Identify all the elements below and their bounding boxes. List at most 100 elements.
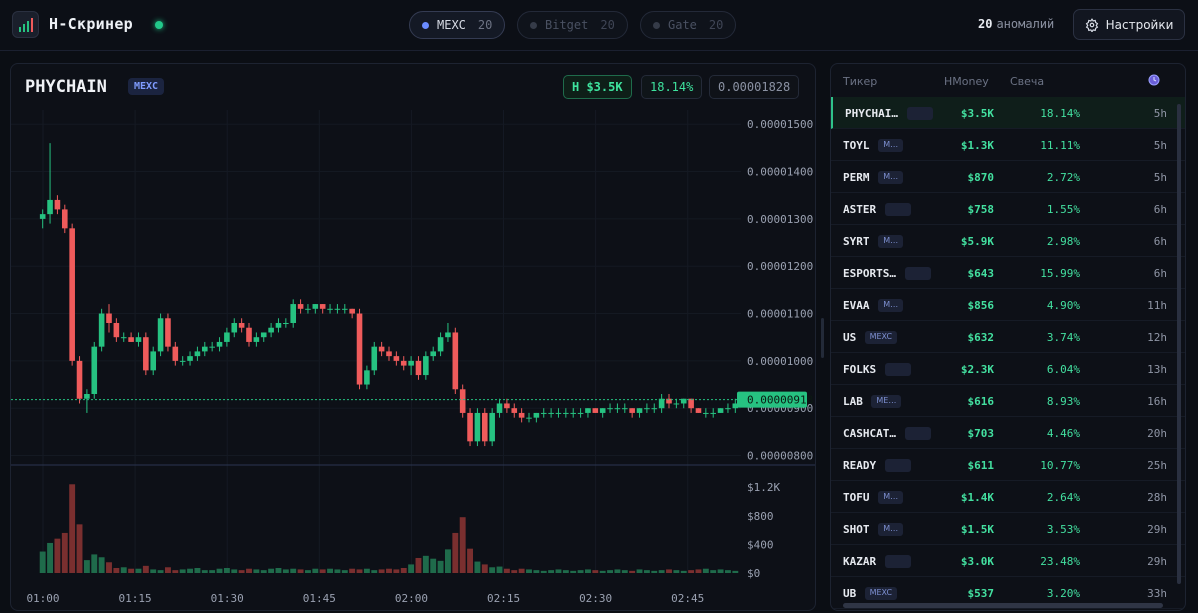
hmoney-cell: $703 — [967, 427, 995, 440]
table-row[interactable]: CASHCAT… $703 4.46% 20h — [831, 417, 1185, 449]
volume-bar — [371, 570, 378, 573]
volume-bar — [445, 549, 451, 573]
volume-bar — [179, 569, 186, 573]
ticker-cell: KAZAR — [843, 555, 877, 568]
volume-bar — [187, 568, 193, 573]
candle-body — [76, 360, 83, 399]
column-header-hmoney[interactable]: HMoney — [944, 75, 989, 88]
table-row[interactable]: ESPORTS… $643 15.99% 6h — [831, 257, 1185, 289]
chart-resize-handle[interactable] — [821, 318, 824, 358]
column-header-ticker[interactable]: Тикер — [843, 75, 877, 88]
table-row[interactable]: PHYCHAI… $3.5K 18.14% 5h — [831, 97, 1185, 129]
volume-bar — [518, 568, 525, 573]
table-row[interactable]: TOFU $1.4K 2.64% 28h M… — [831, 481, 1185, 513]
change-cell: 4.90% — [1046, 299, 1080, 312]
volume-bar — [680, 570, 687, 573]
hmoney-cell: $758 — [967, 203, 995, 216]
candle-body — [165, 318, 171, 347]
candle-body — [725, 408, 731, 410]
candle-body — [194, 351, 201, 357]
x-tick-label: 02:45 — [671, 592, 704, 605]
volume-tick-label: $800 — [747, 510, 774, 523]
candle-body — [84, 394, 90, 399]
candle-body — [585, 408, 591, 413]
candle-body — [253, 337, 260, 342]
table-row[interactable]: LAB $616 8.93% 16h ME… — [831, 385, 1185, 417]
volume-bar — [710, 570, 717, 573]
volume-bar — [702, 568, 709, 573]
candle-body — [305, 308, 311, 310]
change-cell: 3.53% — [1046, 523, 1080, 536]
volume-bar — [150, 569, 157, 573]
candle-body — [599, 408, 606, 413]
table-row[interactable]: FOLKS $2.3K 6.04% 13h — [831, 353, 1185, 385]
change-cell: 6.04% — [1046, 363, 1080, 376]
candle-body — [128, 337, 134, 342]
time-cell: 5h — [1153, 139, 1167, 152]
exchange-dot-icon — [530, 21, 537, 29]
table-row[interactable]: US $632 3.74% 12h MEXC — [831, 321, 1185, 353]
table-horizontal-scrollbar[interactable] — [843, 603, 1163, 608]
volume-bar — [386, 568, 392, 573]
candle-body — [393, 356, 400, 361]
y-tick-label: 0.00000800 — [747, 450, 813, 463]
column-header-candle[interactable]: Свеча — [1010, 75, 1044, 88]
exchange-tab-gate[interactable]: Gate 20 — [640, 11, 737, 39]
volume-bar — [533, 570, 540, 573]
x-tick-label: 02:00 — [395, 592, 428, 605]
candle-body — [312, 304, 319, 309]
hmoney-cell: $537 — [967, 587, 995, 600]
exchange-dot-icon — [422, 21, 429, 29]
table-row[interactable]: SYRT $5.9K 2.98% 6h M… — [831, 225, 1185, 257]
volume-bar — [592, 570, 599, 573]
y-tick-label: 0.00001300 — [747, 213, 813, 226]
volume-bar — [290, 568, 297, 573]
candle-body — [201, 346, 208, 352]
exchange-tab-label: MEXC — [437, 18, 466, 32]
table-row[interactable]: TOYL $1.3K 11.11% 5h M… — [831, 129, 1185, 161]
exchange-badge: M… — [878, 171, 904, 184]
exchange-badge: ME… — [871, 395, 902, 408]
anomalies-counter: 20 аномалий — [978, 17, 1054, 31]
volume-bar — [61, 532, 68, 573]
volume-bar — [253, 569, 260, 573]
table-row[interactable]: EVAA $856 4.90% 11h M… — [831, 289, 1185, 321]
volume-bar — [717, 569, 724, 573]
table-row[interactable]: ASTER $758 1.55% 6h — [831, 193, 1185, 225]
exchange-tab-label: Bitget — [545, 18, 589, 32]
candle-body — [61, 209, 68, 229]
candle-body — [636, 408, 643, 413]
volume-bar — [607, 570, 613, 573]
table-row[interactable]: SHOT $1.5K 3.53% 29h M… — [831, 513, 1185, 545]
clock-icon[interactable] — [1148, 74, 1160, 89]
candle-body — [644, 408, 650, 410]
chart-bars-icon[interactable] — [12, 11, 39, 38]
candle-body — [246, 327, 252, 342]
table-row[interactable]: PERM $870 2.72% 5h M… — [831, 161, 1185, 193]
candle-body — [209, 346, 215, 348]
volume-bar — [76, 524, 83, 573]
volume-bar — [540, 570, 547, 573]
settings-button[interactable]: Настройки — [1073, 9, 1185, 40]
table-vertical-scrollbar[interactable] — [1177, 104, 1181, 584]
candle-body — [47, 199, 53, 215]
hmoney-cell: $632 — [967, 331, 995, 344]
candle-body — [143, 337, 149, 371]
volume-bar — [415, 557, 422, 573]
volume-bar — [570, 570, 577, 573]
table-row[interactable]: READY $611 10.77% 25h — [831, 449, 1185, 481]
volume-bar — [651, 570, 658, 573]
candle-body — [489, 412, 495, 442]
table-row[interactable]: KAZAR $3.0K 23.48% 29h — [831, 545, 1185, 577]
volume-bar — [363, 568, 370, 573]
hmoney-cell: $870 — [967, 171, 995, 184]
candle-body — [614, 408, 621, 410]
candle-body — [120, 337, 127, 339]
volume-bar — [142, 565, 149, 573]
exchange-tab-bitget[interactable]: Bitget 20 — [517, 11, 628, 39]
exchange-tab-mexc[interactable]: MEXC 20 — [409, 11, 506, 39]
price-chart[interactable]: 01:00 01:15 01:30 01:45 02:00 02:15 02:30 02:45… — [11, 110, 816, 610]
change-cell: 3.74% — [1046, 331, 1080, 344]
ticker-cell: US — [843, 331, 857, 344]
candle-body — [231, 323, 238, 333]
